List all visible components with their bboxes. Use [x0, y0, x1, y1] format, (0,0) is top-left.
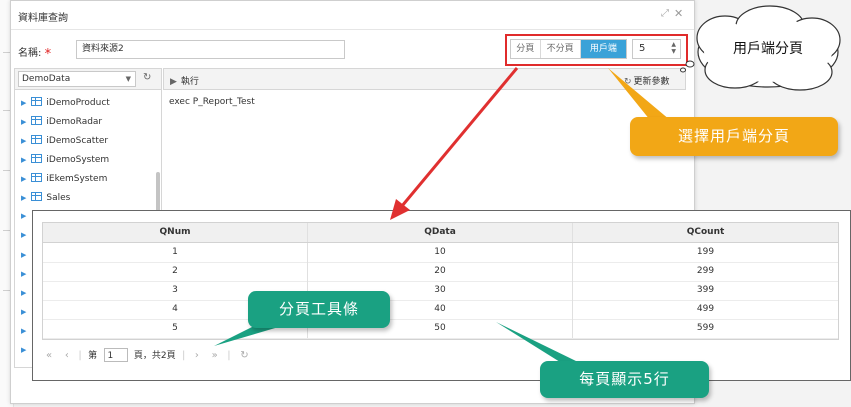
- select-client-paging-callout: 選擇用戶端分頁: [630, 117, 838, 156]
- client-paging-note: 用戶端分頁: [733, 41, 803, 57]
- annotation-overlay: [214, 5, 841, 362]
- pager-toolbar-callout: 分頁工具條: [248, 291, 390, 328]
- rows-per-page-callout: 每頁顯示5行: [540, 361, 709, 398]
